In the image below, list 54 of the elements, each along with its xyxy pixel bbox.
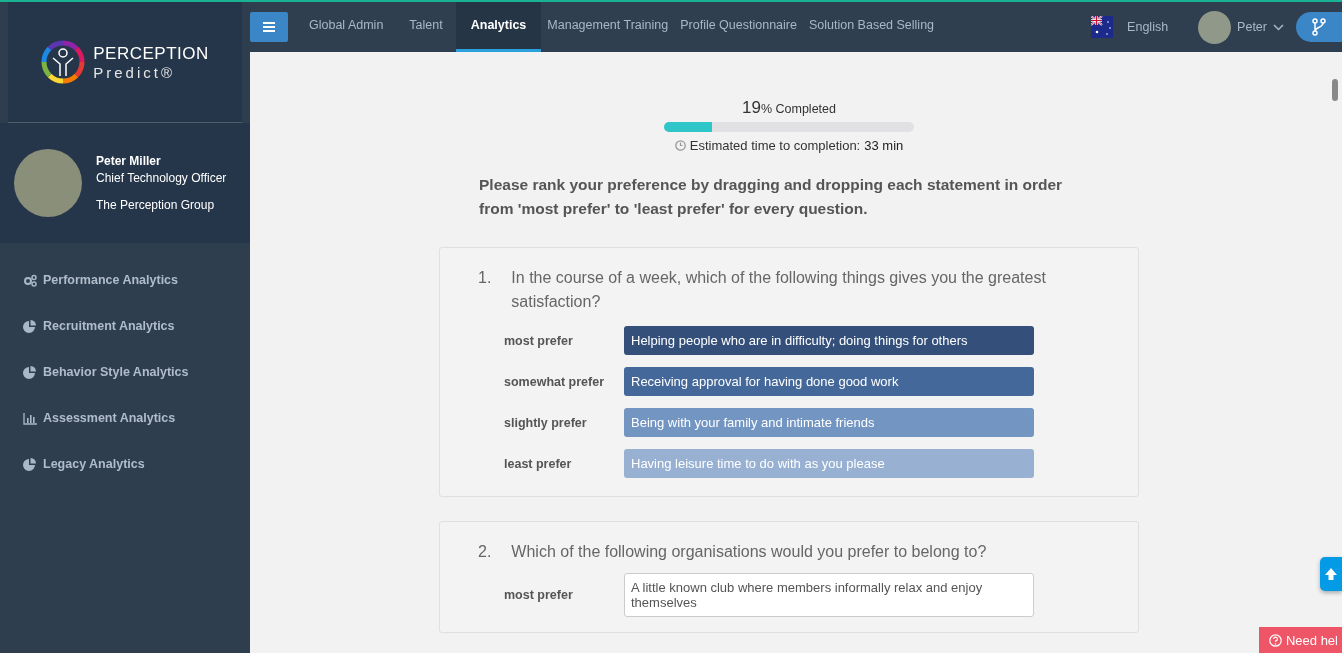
question-text: Which of the following organisations would you prefer to belong to?: [511, 542, 987, 562]
question-icon: [1268, 633, 1282, 647]
sidebar-item[interactable]: Legacy Analytics: [0, 441, 250, 487]
statement-option[interactable]: Helping people who are in difficulty; doing things for others: [624, 326, 1034, 355]
rank-label: slightly prefer: [504, 415, 588, 430]
avatar-photo: [1198, 10, 1232, 44]
question-text: In the course of a week, which of the following things gives you the greatest satisfaction?: [511, 268, 1047, 312]
brand-subtitle: Predict®: [93, 63, 176, 81]
arrow-up-icon: [1324, 567, 1338, 581]
pie-chart-icon: [23, 457, 37, 471]
nav-tab[interactable]: Profile Questionnaire: [674, 2, 803, 52]
nav-tab[interactable]: Talent: [396, 2, 456, 52]
branch-icon: [1312, 18, 1326, 36]
chevron-down-icon: [1273, 23, 1284, 31]
clock-icon: [674, 140, 686, 151]
help-button[interactable]: Need hel: [1258, 627, 1342, 653]
branch-button[interactable]: [1296, 12, 1342, 42]
rank-label: most prefer: [504, 588, 574, 602]
gears-icon: [23, 273, 37, 287]
rank-label: somewhat prefer: [504, 374, 606, 389]
rank-label: least prefer: [504, 456, 573, 471]
instructions-text: Please rank your preference by dragging and dropping each statement in order from 'most prefer' to 'least prefer' for every question.: [479, 175, 1064, 219]
profile-company: The Perception Group: [96, 196, 216, 214]
estimate-label: Estimated time to completion:: [689, 138, 861, 153]
sidebar-item[interactable]: Assessment Analytics: [0, 395, 250, 441]
scrollbar-thumb[interactable]: [1332, 79, 1338, 101]
profile-name: Peter Miller: [96, 152, 162, 170]
statement-option[interactable]: Being with your family and intimate friends: [624, 408, 1034, 437]
estimate-value: 33 min: [864, 138, 904, 153]
logo-icon: [41, 40, 86, 84]
sidebar-item[interactable]: Recruitment Analytics: [0, 303, 250, 349]
user-menu-link[interactable]: Peter: [1237, 20, 1267, 34]
pie-chart-icon: [23, 365, 37, 379]
sidebar-item[interactable]: Performance Analytics: [0, 257, 250, 303]
nav-tab[interactable]: Analytics: [455, 2, 542, 52]
question-number: 2.: [478, 542, 492, 562]
nav-tab[interactable]: Management Training: [541, 2, 675, 52]
nav-tab[interactable]: Global Admin: [296, 2, 397, 52]
sidebar-item[interactable]: Behavior Style Analytics: [0, 349, 250, 395]
flag-icon: [1091, 16, 1114, 38]
statement-option[interactable]: A little known club where members informally relax and enjoy themselves: [624, 573, 1034, 617]
progress-label: 19% Completed: [742, 98, 836, 118]
rank-label: most prefer: [504, 333, 574, 348]
question-number: 1.: [478, 268, 492, 288]
menu-button[interactable]: [250, 12, 288, 42]
nav-tab[interactable]: Solution Based Selling: [802, 2, 941, 52]
bar-chart-icon: [23, 411, 37, 425]
language-link[interactable]: English: [1127, 20, 1169, 34]
menu-icon: [263, 22, 275, 32]
profile-role: Chief Technology Officer: [96, 169, 227, 187]
statement-option[interactable]: Receiving approval for having done good work: [624, 367, 1034, 396]
brand-name: PERCEPTION: [93, 43, 209, 64]
scroll-top-button[interactable]: [1320, 557, 1342, 591]
pie-chart-icon: [23, 319, 37, 333]
